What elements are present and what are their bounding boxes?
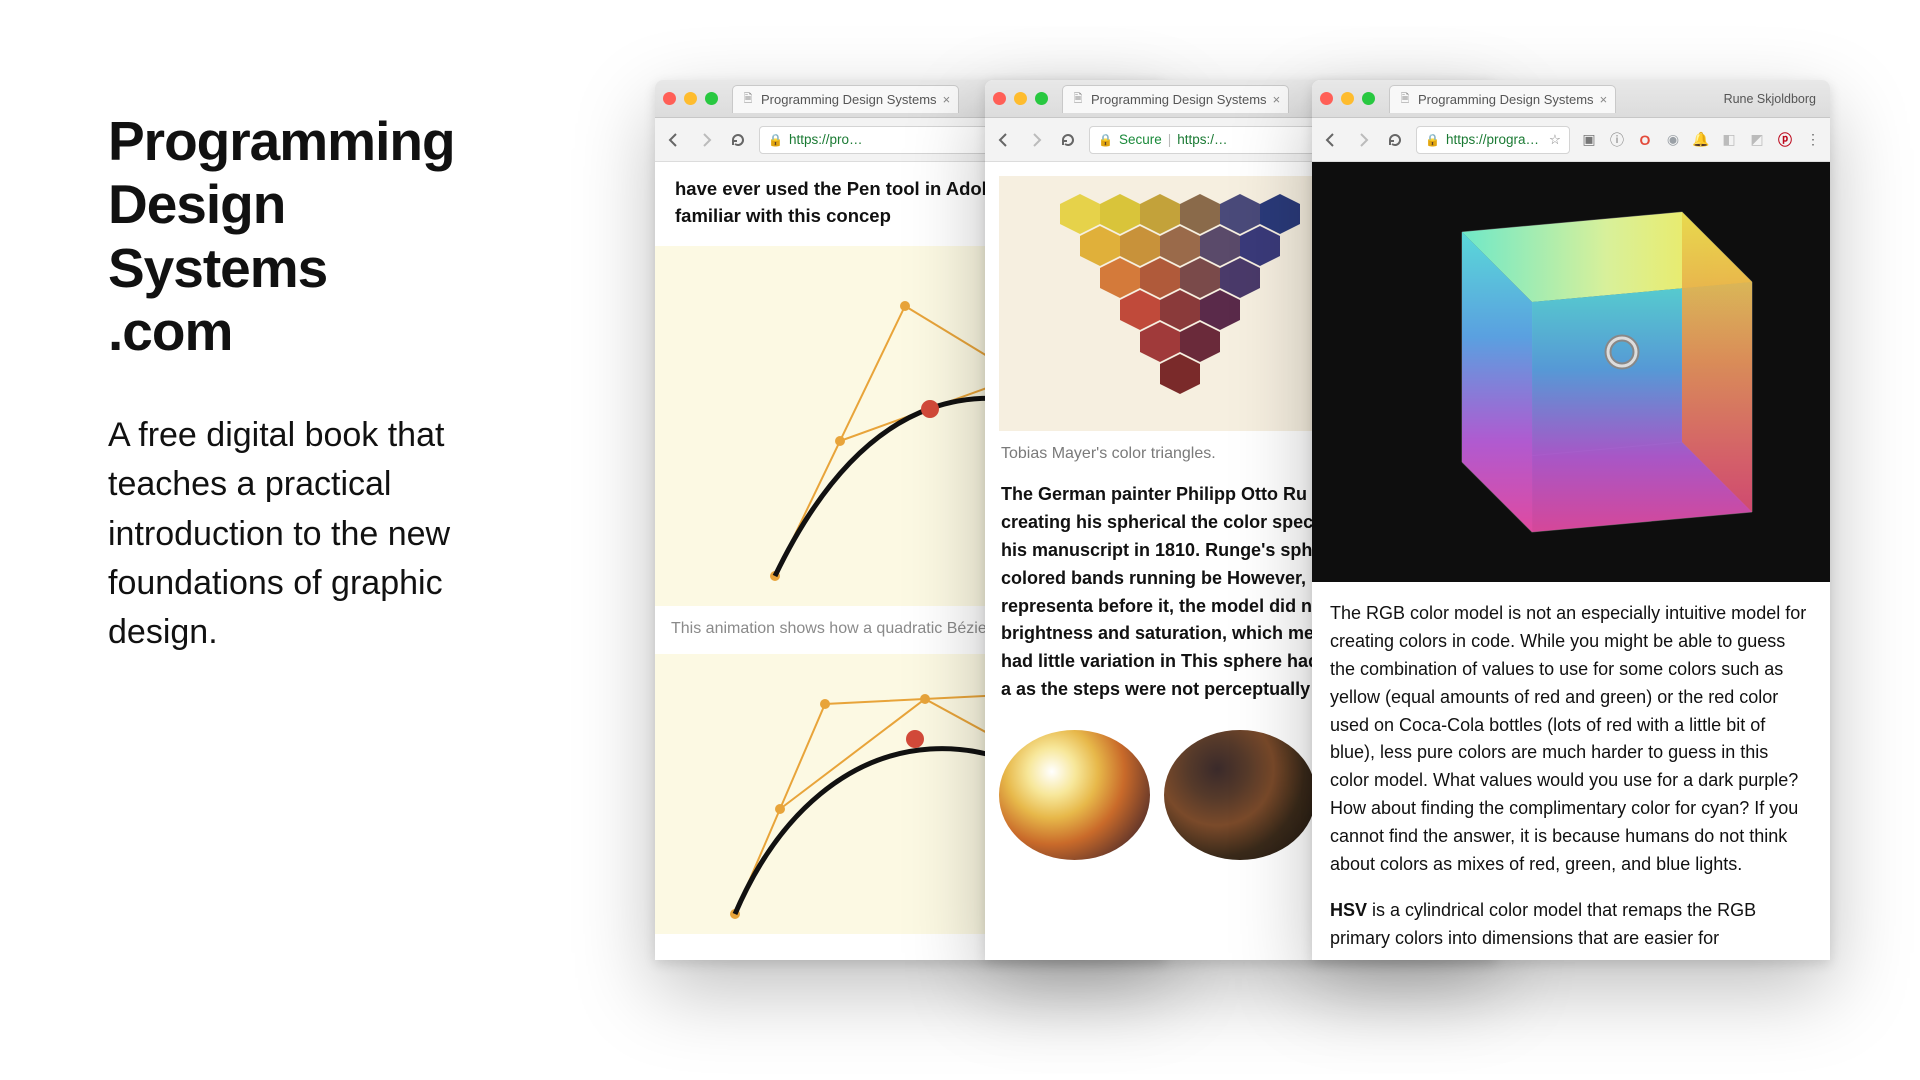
reload-button[interactable]	[1384, 129, 1406, 151]
minimize-window-button[interactable]	[1014, 92, 1027, 105]
browser-tab[interactable]: 🗎 Programming Design Systems ×	[1062, 85, 1289, 113]
paragraph-text: is a cylindrical color model that remaps…	[1330, 900, 1756, 948]
window-controls	[993, 92, 1048, 105]
back-button[interactable]	[993, 129, 1015, 151]
close-tab-icon[interactable]: ×	[1600, 92, 1608, 107]
tab-strip: 🗎 Programming Design Systems × Rune Skjo…	[1312, 80, 1830, 118]
address-bar[interactable]: 🔒 https://progra… ☆	[1416, 126, 1570, 154]
maximize-window-button[interactable]	[1035, 92, 1048, 105]
bell-icon[interactable]: 🔔	[1692, 131, 1710, 149]
hero-title-line: Programming	[108, 110, 455, 172]
forward-button[interactable]	[1352, 129, 1374, 151]
hero-title-line: Design	[108, 173, 285, 235]
url-text: https://progra…	[1446, 132, 1539, 147]
camera-icon[interactable]: ◉	[1664, 131, 1682, 149]
hero-title-line: .com	[108, 300, 232, 362]
article-text: The RGB color model is not an especially…	[1312, 582, 1830, 953]
back-button[interactable]	[1320, 129, 1342, 151]
tab-title: Programming Design Systems	[761, 92, 937, 107]
opera-icon[interactable]: O	[1636, 131, 1654, 149]
extension-icons: ▣ ⓘ O ◉ 🔔 ◧ ◩ ⓟ ⋮	[1580, 131, 1822, 149]
secure-label: Secure	[1119, 132, 1162, 147]
close-window-button[interactable]	[1320, 92, 1333, 105]
rgb-cube-figure[interactable]	[1312, 162, 1830, 582]
window-controls	[663, 92, 718, 105]
lock-icon: 🔒	[1425, 133, 1440, 147]
cast-icon[interactable]: ▣	[1580, 131, 1598, 149]
bookmark-star-icon[interactable]: ☆	[1549, 132, 1561, 148]
lock-icon: 🔒	[1098, 133, 1113, 147]
url-text: https:/…	[1177, 132, 1227, 147]
reload-button[interactable]	[1057, 129, 1079, 151]
minimize-window-button[interactable]	[684, 92, 697, 105]
paragraph: HSV is a cylindrical color model that re…	[1330, 897, 1812, 953]
hero-subtitle: A free digital book that teaches a pract…	[108, 411, 538, 657]
page-favicon-icon: 🗎	[741, 92, 755, 106]
window-controls	[1320, 92, 1375, 105]
sphere-graphic	[1164, 730, 1315, 860]
back-button[interactable]	[663, 129, 685, 151]
close-tab-icon[interactable]: ×	[943, 92, 951, 107]
profile-name[interactable]: Rune Skjoldborg	[1724, 92, 1822, 106]
extension-icon[interactable]: ◩	[1748, 131, 1766, 149]
browser-toolbar: 🔒 https://progra… ☆ ▣ ⓘ O ◉ 🔔 ◧ ◩ ⓟ ⋮	[1312, 118, 1830, 162]
menu-icon[interactable]: ⋮	[1804, 131, 1822, 149]
sphere-graphic	[999, 730, 1150, 860]
page-favicon-icon: 🗎	[1398, 92, 1412, 106]
divider: |	[1168, 132, 1172, 147]
forward-button[interactable]	[695, 129, 717, 151]
hero-title-line: Systems	[108, 237, 327, 299]
paragraph: The RGB color model is not an especially…	[1330, 600, 1812, 879]
minimize-window-button[interactable]	[1341, 92, 1354, 105]
maximize-window-button[interactable]	[705, 92, 718, 105]
close-window-button[interactable]	[993, 92, 1006, 105]
tab-title: Programming Design Systems	[1091, 92, 1267, 107]
close-tab-icon[interactable]: ×	[1273, 92, 1281, 107]
lock-icon: 🔒	[768, 133, 783, 147]
hero-title: Programming Design Systems .com	[108, 110, 538, 363]
page-favicon-icon: 🗎	[1071, 92, 1085, 106]
browser-tab[interactable]: 🗎 Programming Design Systems ×	[732, 85, 959, 113]
maximize-window-button[interactable]	[1362, 92, 1375, 105]
url-text: https://pro…	[789, 132, 863, 147]
forward-button[interactable]	[1025, 129, 1047, 151]
extension-icon[interactable]: ◧	[1720, 131, 1738, 149]
page-content: The RGB color model is not an especially…	[1312, 162, 1830, 960]
pinterest-icon[interactable]: ⓟ	[1776, 131, 1794, 149]
close-window-button[interactable]	[663, 92, 676, 105]
browser-tab[interactable]: 🗎 Programming Design Systems ×	[1389, 85, 1616, 113]
tab-title: Programming Design Systems	[1418, 92, 1594, 107]
reload-button[interactable]	[727, 129, 749, 151]
info-icon[interactable]: ⓘ	[1608, 131, 1626, 149]
hero-block: Programming Design Systems .com A free d…	[108, 110, 538, 657]
browser-window-3: 🗎 Programming Design Systems × Rune Skjo…	[1312, 80, 1830, 960]
hsv-label: HSV	[1330, 900, 1367, 920]
